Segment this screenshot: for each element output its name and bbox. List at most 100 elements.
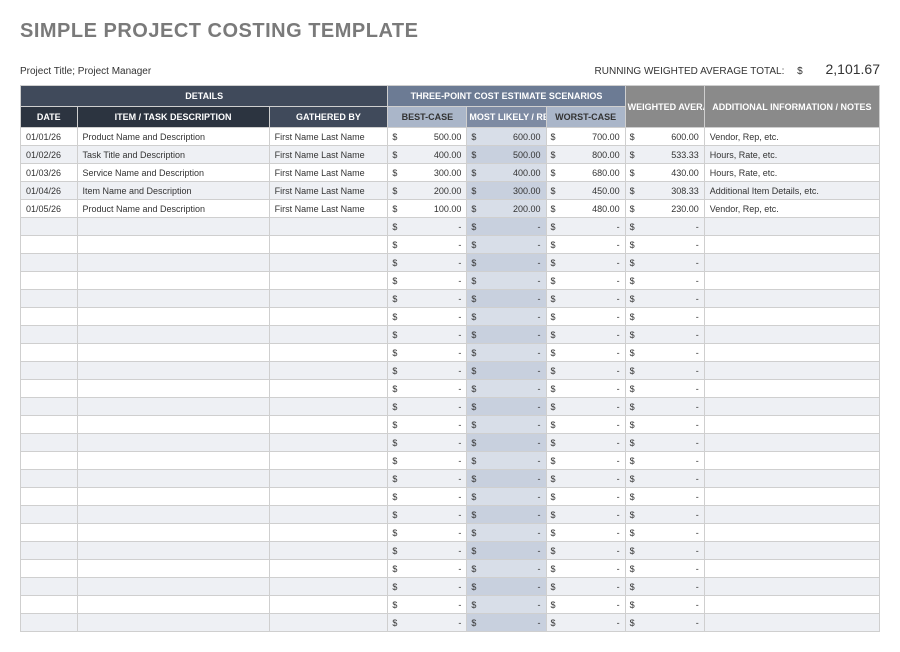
date-cell[interactable] (21, 236, 78, 254)
money-cell[interactable]: $- (388, 542, 467, 560)
money-cell[interactable]: $430.00 (625, 164, 704, 182)
money-cell[interactable]: $- (388, 218, 467, 236)
date-cell[interactable] (21, 488, 78, 506)
date-cell[interactable] (21, 362, 78, 380)
date-cell[interactable] (21, 614, 78, 632)
money-cell[interactable]: $- (625, 614, 704, 632)
money-cell[interactable]: $- (625, 218, 704, 236)
item-cell[interactable]: Task Title and Description (77, 146, 269, 164)
gathered-cell[interactable] (269, 434, 388, 452)
money-cell[interactable]: $450.00 (546, 182, 625, 200)
notes-cell[interactable] (704, 236, 879, 254)
item-cell[interactable] (77, 488, 269, 506)
date-cell[interactable] (21, 470, 78, 488)
money-cell[interactable]: $230.00 (625, 200, 704, 218)
money-cell[interactable]: $- (546, 326, 625, 344)
notes-cell[interactable] (704, 344, 879, 362)
gathered-cell[interactable] (269, 614, 388, 632)
notes-cell[interactable] (704, 416, 879, 434)
money-cell[interactable]: $- (467, 290, 546, 308)
money-cell[interactable]: $- (467, 380, 546, 398)
money-cell[interactable]: $- (625, 362, 704, 380)
money-cell[interactable]: $- (625, 542, 704, 560)
notes-cell[interactable] (704, 614, 879, 632)
gathered-cell[interactable] (269, 542, 388, 560)
money-cell[interactable]: $- (388, 416, 467, 434)
item-cell[interactable] (77, 290, 269, 308)
item-cell[interactable]: Product Name and Description (77, 128, 269, 146)
notes-cell[interactable]: Hours, Rate, etc. (704, 164, 879, 182)
money-cell[interactable]: $- (467, 416, 546, 434)
notes-cell[interactable]: Vendor, Rep, etc. (704, 128, 879, 146)
item-cell[interactable] (77, 416, 269, 434)
money-cell[interactable]: $- (546, 362, 625, 380)
gathered-cell[interactable]: First Name Last Name (269, 128, 388, 146)
money-cell[interactable]: $- (546, 344, 625, 362)
money-cell[interactable]: $- (625, 254, 704, 272)
money-cell[interactable]: $- (625, 416, 704, 434)
gathered-cell[interactable] (269, 380, 388, 398)
money-cell[interactable]: $- (625, 560, 704, 578)
money-cell[interactable]: $- (388, 272, 467, 290)
money-cell[interactable]: $600.00 (467, 128, 546, 146)
date-cell[interactable] (21, 344, 78, 362)
money-cell[interactable]: $- (625, 290, 704, 308)
item-cell[interactable] (77, 542, 269, 560)
money-cell[interactable]: $- (625, 596, 704, 614)
item-cell[interactable] (77, 524, 269, 542)
money-cell[interactable]: $- (625, 434, 704, 452)
money-cell[interactable]: $- (467, 308, 546, 326)
money-cell[interactable]: $- (388, 236, 467, 254)
money-cell[interactable]: $- (625, 380, 704, 398)
money-cell[interactable]: $- (546, 596, 625, 614)
notes-cell[interactable] (704, 308, 879, 326)
money-cell[interactable]: $- (625, 344, 704, 362)
item-cell[interactable] (77, 596, 269, 614)
money-cell[interactable]: $- (546, 542, 625, 560)
money-cell[interactable]: $- (467, 452, 546, 470)
money-cell[interactable]: $- (625, 524, 704, 542)
money-cell[interactable]: $- (467, 398, 546, 416)
item-cell[interactable] (77, 308, 269, 326)
notes-cell[interactable] (704, 218, 879, 236)
gathered-cell[interactable] (269, 290, 388, 308)
money-cell[interactable]: $- (467, 326, 546, 344)
gathered-cell[interactable] (269, 398, 388, 416)
money-cell[interactable]: $- (546, 488, 625, 506)
gathered-cell[interactable]: First Name Last Name (269, 164, 388, 182)
date-cell[interactable] (21, 560, 78, 578)
gathered-cell[interactable] (269, 524, 388, 542)
notes-cell[interactable] (704, 542, 879, 560)
date-cell[interactable] (21, 542, 78, 560)
money-cell[interactable]: $- (546, 398, 625, 416)
money-cell[interactable]: $400.00 (388, 146, 467, 164)
money-cell[interactable]: $- (388, 614, 467, 632)
money-cell[interactable]: $- (388, 362, 467, 380)
notes-cell[interactable] (704, 560, 879, 578)
notes-cell[interactable] (704, 254, 879, 272)
money-cell[interactable]: $308.33 (625, 182, 704, 200)
money-cell[interactable]: $- (388, 452, 467, 470)
money-cell[interactable]: $500.00 (467, 146, 546, 164)
money-cell[interactable]: $- (546, 506, 625, 524)
money-cell[interactable]: $- (467, 542, 546, 560)
gathered-cell[interactable] (269, 578, 388, 596)
date-cell[interactable]: 01/05/26 (21, 200, 78, 218)
money-cell[interactable]: $800.00 (546, 146, 625, 164)
money-cell[interactable]: $700.00 (546, 128, 625, 146)
notes-cell[interactable] (704, 596, 879, 614)
notes-cell[interactable] (704, 398, 879, 416)
money-cell[interactable]: $- (467, 614, 546, 632)
money-cell[interactable]: $- (388, 290, 467, 308)
money-cell[interactable]: $- (467, 524, 546, 542)
money-cell[interactable]: $- (546, 614, 625, 632)
date-cell[interactable] (21, 596, 78, 614)
money-cell[interactable]: $- (625, 272, 704, 290)
money-cell[interactable]: $- (546, 470, 625, 488)
money-cell[interactable]: $- (467, 506, 546, 524)
gathered-cell[interactable] (269, 218, 388, 236)
money-cell[interactable]: $- (388, 380, 467, 398)
money-cell[interactable]: $- (467, 488, 546, 506)
notes-cell[interactable] (704, 272, 879, 290)
money-cell[interactable]: $- (388, 434, 467, 452)
